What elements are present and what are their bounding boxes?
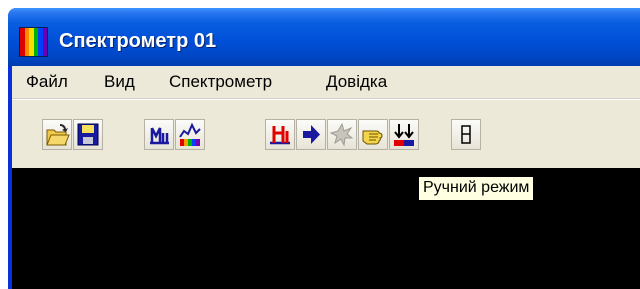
window-title: Спектрометр 01 [59, 30, 217, 52]
red-measure-icon [270, 126, 290, 145]
record-button[interactable] [389, 119, 419, 150]
menu-view[interactable]: Вид [104, 72, 135, 92]
manual-hand-icon [362, 130, 383, 145]
next-button[interactable] [296, 119, 326, 150]
save-disk-icon [77, 123, 99, 146]
spectrum-display[interactable] [12, 168, 640, 289]
open-button[interactable] [42, 119, 72, 150]
arrow-right-icon [303, 125, 320, 144]
measure-icon [150, 127, 169, 145]
menu-spectrometer[interactable]: Спектрометр [169, 72, 272, 92]
app-window: Спектрометр 01 Файл Вид Спектрометр Дові… [8, 8, 640, 289]
spectrum-app-icon [19, 27, 48, 57]
toolbar [12, 99, 640, 169]
measure-button[interactable] [144, 119, 174, 150]
spectrum-button[interactable] [175, 119, 205, 150]
start-button[interactable] [265, 119, 295, 150]
menu-file[interactable]: Файл [26, 72, 68, 92]
menu-help[interactable]: Довідка [326, 72, 387, 92]
spectrum-chart-icon [179, 122, 201, 146]
open-folder-icon [46, 124, 70, 146]
stop-button[interactable] [327, 119, 357, 150]
save-button[interactable] [73, 119, 103, 150]
manual-mode-button[interactable] [358, 119, 388, 150]
tooltip: Ручний режим [418, 176, 535, 201]
menu-bar: Файл Вид Спектрометр Довідка [12, 66, 640, 99]
double-arrow-down-icon [394, 124, 414, 146]
title-bar[interactable]: Спектрометр 01 [8, 8, 640, 66]
window-toggle-icon [461, 125, 471, 144]
window-toggle-button[interactable] [451, 119, 481, 150]
stop-star-icon [329, 122, 354, 147]
